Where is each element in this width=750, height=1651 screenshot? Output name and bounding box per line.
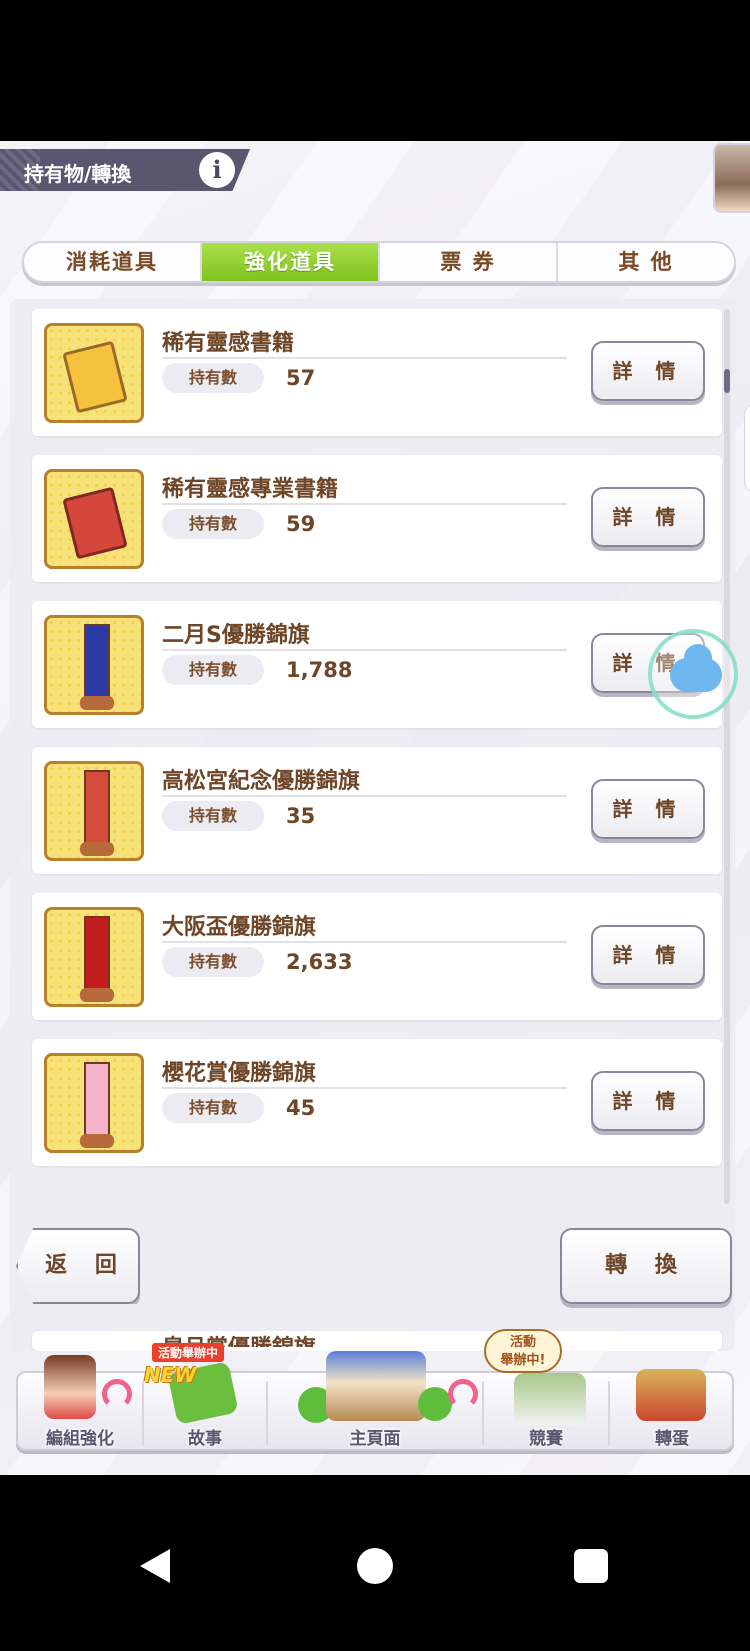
android-nav-bar	[0, 1475, 750, 1651]
list-item: 大阪盃優勝錦旗 持有數 2,633 詳 情	[32, 893, 722, 1020]
qty-value: 35	[286, 804, 316, 828]
back-triangle-icon[interactable]	[140, 1549, 170, 1583]
game-screen: 持有物/轉換 i 消耗道具 強化道具 票 券 其 他 稀有靈感書籍 持有數 57…	[0, 141, 750, 1475]
avatar[interactable]	[713, 143, 750, 213]
home-circle-icon[interactable]	[357, 1548, 393, 1584]
nav-item-team[interactable]: 編組強化	[18, 1355, 142, 1453]
recents-square-icon[interactable]	[574, 1549, 608, 1583]
tab-tickets[interactable]: 票 券	[380, 243, 558, 281]
qty-label: 持有數	[162, 1093, 264, 1123]
new-badge: NEW	[144, 1363, 197, 1387]
red-pennant-icon	[44, 761, 144, 861]
list-item: 二月S優勝錦旗 持有數 1,788 詳 情	[32, 601, 722, 728]
item-name: 大阪盃優勝錦旗	[162, 915, 317, 940]
info-button[interactable]: i	[199, 152, 235, 188]
nav-label: 轉蛋	[655, 1429, 689, 1449]
tab-enhancement[interactable]: 強化道具	[202, 243, 380, 281]
tab-other[interactable]: 其 他	[558, 243, 734, 281]
item-name: 稀有靈感書籍	[162, 331, 295, 356]
item-name: 櫻花賞優勝錦旗	[162, 1061, 317, 1086]
list-item-partial: 皐月賞優勝錦旗	[32, 1331, 722, 1351]
building-icon	[326, 1351, 426, 1421]
floating-cloud-button[interactable]	[648, 629, 738, 719]
qty-label: 持有數	[162, 947, 264, 977]
qty-value: 1,788	[286, 658, 353, 682]
nav-label: 競賽	[529, 1429, 563, 1449]
darkred-pennant-icon	[44, 907, 144, 1007]
race-gate-icon	[514, 1373, 586, 1425]
qty-label: 持有數	[162, 509, 264, 539]
scrollbar-track[interactable]	[724, 309, 730, 1204]
item-list[interactable]: 稀有靈感書籍 持有數 57 詳 情 稀有靈感專業書籍 持有數 59 詳 情 二月…	[10, 299, 735, 1351]
list-item: 稀有靈感書籍 持有數 57 詳 情	[32, 309, 722, 436]
list-item: 高松宮紀念優勝錦旗 持有數 35 詳 情	[32, 747, 722, 874]
nav-item-gacha[interactable]: 轉蛋	[610, 1369, 734, 1453]
blue-pennant-icon	[44, 615, 144, 715]
divider	[162, 941, 567, 943]
pink-pennant-icon	[44, 1053, 144, 1153]
nav-label: 編組強化	[46, 1429, 114, 1449]
qty-value: 45	[286, 1096, 316, 1120]
red-book-icon	[44, 469, 144, 569]
qty-label: 持有數	[162, 801, 264, 831]
list-item: 稀有靈感專業書籍 持有數 59 詳 情	[32, 455, 722, 582]
divider	[162, 649, 567, 651]
horseshoe-icon	[102, 1379, 132, 1409]
tab-bar: 消耗道具 強化道具 票 券 其 他	[22, 241, 736, 283]
yellow-book-icon	[44, 323, 144, 423]
side-panel-tab[interactable]	[744, 403, 750, 493]
nav-label: 故事	[188, 1429, 222, 1449]
list-item: 櫻花賞優勝錦旗 持有數 45 詳 情	[32, 1039, 722, 1166]
detail-button[interactable]: 詳 情	[591, 1071, 705, 1131]
divider	[162, 795, 567, 797]
character-icon	[44, 1355, 96, 1419]
nav-label: 主頁面	[349, 1429, 401, 1449]
item-name: 高松宮紀念優勝錦旗	[162, 769, 361, 794]
cloud-icon	[670, 644, 722, 692]
qty-label: 持有數	[162, 655, 264, 685]
event-badge: 活動 舉辦中!	[484, 1329, 562, 1373]
horseshoe-icon	[448, 1379, 478, 1409]
qty-value: 2,633	[286, 950, 353, 974]
nav-item-race[interactable]: 活動 舉辦中! 競賽	[484, 1329, 608, 1453]
qty-value: 57	[286, 366, 316, 390]
back-button[interactable]: 返 回	[16, 1228, 140, 1304]
detail-button[interactable]: 詳 情	[591, 925, 705, 985]
tree-icon	[418, 1387, 452, 1421]
detail-button[interactable]: 詳 情	[591, 341, 705, 401]
event-badge: 活動舉辦中	[152, 1343, 225, 1362]
bottom-nav: 編組強化 活動舉辦中 NEW 故事 主頁面 活動 舉辦中! 競賽 轉蛋	[16, 1329, 734, 1453]
item-name: 二月S優勝錦旗	[162, 623, 310, 648]
qty-label: 持有數	[162, 363, 264, 393]
gacha-door-icon	[636, 1369, 706, 1421]
tab-consumables[interactable]: 消耗道具	[24, 243, 202, 281]
convert-button[interactable]: 轉 換	[560, 1228, 732, 1304]
qty-value: 59	[286, 512, 316, 536]
scrollbar-thumb[interactable]	[724, 369, 730, 393]
nav-item-home[interactable]: 主頁面	[268, 1351, 482, 1453]
divider	[162, 357, 567, 359]
page-title: 持有物/轉換	[24, 162, 132, 186]
divider	[162, 1087, 567, 1089]
item-name: 稀有靈感專業書籍	[162, 477, 339, 502]
detail-button[interactable]: 詳 情	[591, 779, 705, 839]
detail-button[interactable]: 詳 情	[591, 487, 705, 547]
nav-item-story[interactable]: 活動舉辦中 NEW 故事	[144, 1343, 266, 1453]
divider	[162, 503, 567, 505]
